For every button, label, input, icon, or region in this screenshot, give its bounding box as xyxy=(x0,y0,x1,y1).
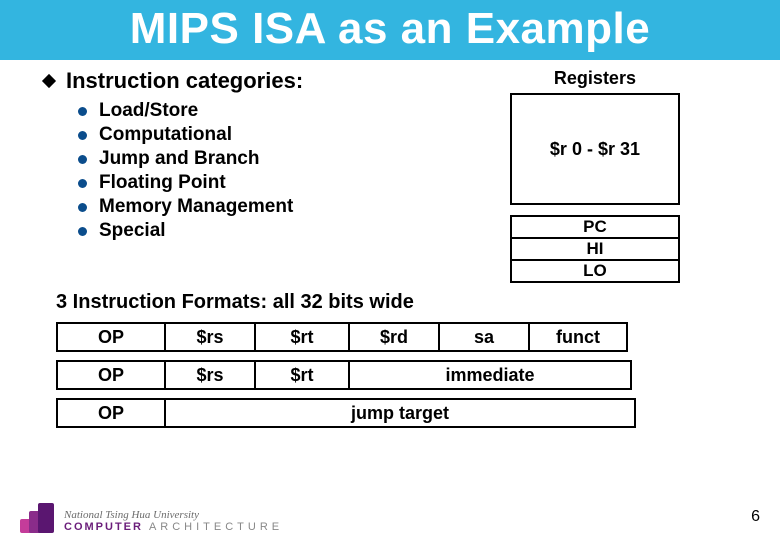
dot-icon xyxy=(78,227,87,236)
field-immediate: immediate xyxy=(348,360,632,390)
page-number: 6 xyxy=(751,508,760,526)
dot-icon xyxy=(78,107,87,116)
field-rd: $rd xyxy=(348,322,440,352)
list-item: Jump and Branch xyxy=(78,148,428,170)
register-pc-box: PC xyxy=(510,215,680,239)
dot-icon xyxy=(78,179,87,188)
format-i-type: OP $rs $rt immediate xyxy=(56,360,656,390)
dot-icon xyxy=(78,203,87,212)
title-band: MIPS ISA as an Example xyxy=(0,0,780,60)
field-rt: $rt xyxy=(254,322,350,352)
category-text: Memory Management xyxy=(99,196,293,218)
list-item: Special xyxy=(78,220,428,242)
list-item: Floating Point xyxy=(78,172,428,194)
content-area: Instruction categories: Load/Store Compu… xyxy=(0,60,780,281)
registers-title: Registers xyxy=(438,68,752,89)
field-op: OP xyxy=(56,398,166,428)
category-text: Special xyxy=(99,220,166,242)
category-text: Floating Point xyxy=(99,172,226,194)
field-rs: $rs xyxy=(164,322,256,352)
register-hi-box: HI xyxy=(510,237,680,261)
field-rs: $rs xyxy=(164,360,256,390)
category-text: Computational xyxy=(99,124,232,146)
field-op: OP xyxy=(56,360,166,390)
format-j-type: OP jump target xyxy=(56,398,656,428)
categories-heading: Instruction categories: xyxy=(66,68,303,94)
format-r-type: OP $rs $rt $rd sa funct xyxy=(56,322,656,352)
category-text: Jump and Branch xyxy=(99,148,259,170)
diamond-bullet-icon xyxy=(42,74,56,88)
list-item: Memory Management xyxy=(78,196,428,218)
slide-footer: National Tsing Hua University COMPUTERAR… xyxy=(0,500,780,540)
field-sa: sa xyxy=(438,322,530,352)
field-op: OP xyxy=(56,322,166,352)
dot-icon xyxy=(78,131,87,140)
instruction-formats: 3 Instruction Formats: all 32 bits wide … xyxy=(0,281,780,428)
category-text: Load/Store xyxy=(99,100,198,122)
register-file-box: $r 0 - $r 31 xyxy=(510,93,680,205)
categories-list: Load/Store Computational Jump and Branch… xyxy=(78,100,428,242)
list-item: Load/Store xyxy=(78,100,428,122)
footer-text: National Tsing Hua University COMPUTERAR… xyxy=(64,509,283,533)
dept-name: COMPUTERARCHITECTURE xyxy=(64,521,283,533)
categories-heading-row: Instruction categories: xyxy=(44,68,428,94)
list-item: Computational xyxy=(78,124,428,146)
register-lo-box: LO xyxy=(510,259,680,283)
slide-title: MIPS ISA as an Example xyxy=(0,4,780,54)
field-jump-target: jump target xyxy=(164,398,636,428)
logo-bars-icon xyxy=(20,501,56,533)
right-column: Registers $r 0 - $r 31 PC HI LO xyxy=(428,68,752,281)
dot-icon xyxy=(78,155,87,164)
left-column: Instruction categories: Load/Store Compu… xyxy=(44,68,428,281)
footer-logo: National Tsing Hua University COMPUTERAR… xyxy=(20,501,283,533)
field-funct: funct xyxy=(528,322,628,352)
formats-heading: 3 Instruction Formats: all 32 bits wide xyxy=(56,291,780,314)
field-rt: $rt xyxy=(254,360,350,390)
slide: MIPS ISA as an Example Instruction categ… xyxy=(0,0,780,540)
org-name: National Tsing Hua University xyxy=(64,509,283,521)
